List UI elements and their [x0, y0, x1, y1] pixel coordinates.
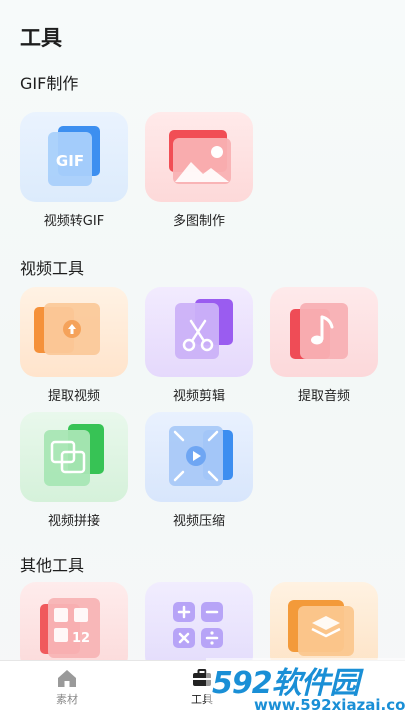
tool-video-to-gif[interactable]: GIF 视频转GIF [20, 112, 128, 229]
section-title-video: 视频工具 [20, 259, 85, 278]
tool-label: 视频转GIF [43, 214, 105, 229]
number-grid-icon: 12 [40, 598, 100, 658]
image-icon [169, 130, 231, 184]
tool-video-compress[interactable]: 视频压缩 [145, 412, 253, 529]
compress-icon [169, 426, 233, 486]
watermark-url: www.592xiazai.com [254, 696, 405, 714]
scissors-icon [175, 299, 233, 359]
tool-tile [270, 287, 378, 377]
music-note-icon [290, 303, 348, 359]
tab-label: 素材 [56, 693, 78, 706]
tool-label: 多图制作 [172, 214, 225, 229]
tool-label: 视频拼接 [47, 514, 100, 529]
tool-extract-audio[interactable]: 提取音频 [270, 287, 378, 404]
home-icon [58, 670, 76, 687]
tool-label: 提取视频 [47, 389, 100, 404]
svg-text:12: 12 [72, 631, 90, 646]
upload-icon [34, 303, 100, 355]
section-title-other: 其他工具 [20, 556, 85, 575]
tool-other-1[interactable]: 12 [20, 582, 128, 672]
tool-tile [145, 412, 253, 502]
tab-materials[interactable]: 素材 [27, 667, 107, 707]
watermark-logo: 592软件园 www.592xiazai.com [206, 658, 405, 720]
tool-extract-video[interactable]: 提取视频 [20, 287, 128, 404]
tool-tile: GIF [20, 112, 128, 202]
tool-tile [20, 287, 128, 377]
page-title: 工具 [20, 26, 62, 50]
file-gif-icon: GIF [48, 126, 100, 186]
tool-label: 视频剪辑 [172, 389, 225, 404]
section-title-gif: GIF制作 [20, 74, 79, 93]
tool-multi-image[interactable]: 多图制作 [145, 112, 253, 229]
svg-text:GIF: GIF [56, 152, 84, 170]
tool-tile [20, 412, 128, 502]
tool-label: 视频压缩 [172, 514, 225, 529]
merge-icon [44, 424, 104, 486]
tool-label: 提取音频 [297, 389, 350, 404]
tool-video-stitch[interactable]: 视频拼接 [20, 412, 128, 529]
tool-tile [145, 287, 253, 377]
tool-tile: 12 [20, 582, 128, 672]
tool-tile [145, 112, 253, 202]
tool-video-edit[interactable]: 视频剪辑 [145, 287, 253, 404]
